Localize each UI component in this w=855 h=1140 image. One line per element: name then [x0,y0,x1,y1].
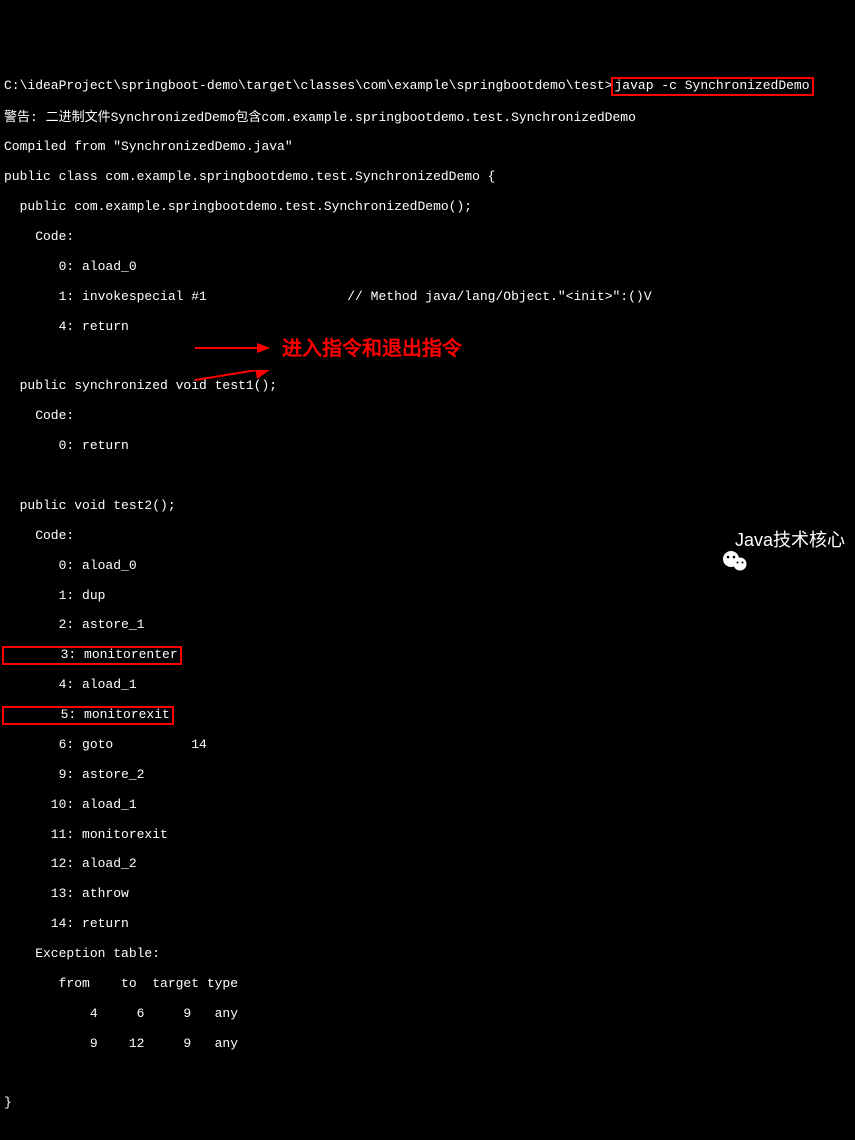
wechat-icon [701,528,729,552]
bytecode-line: 4: aload_1 [4,678,851,693]
javap-command: javap -c SynchronizedDemo [611,77,814,96]
monitorexit-highlight: 5: monitorexit [2,706,174,725]
bytecode-line: 0: aload_0 [4,260,851,275]
watermark-text: Java技术核心 [735,530,845,551]
bytecode-line: 9: astore_2 [4,768,851,783]
bytecode-line: 1: dup [4,589,851,604]
prompt-path: C:\ideaProject\springboot-demo\target\cl… [4,78,613,93]
code-label: Code: [4,230,851,245]
watermark: Java技术核心 [701,528,845,552]
bytecode-line: 0: return [4,439,851,454]
bytecode-line: 13: athrow [4,887,851,902]
bytecode-line: 4: return [4,320,851,335]
bytecode-line: 12: aload_2 [4,857,851,872]
test2-sig: public void test2(); [4,499,851,514]
arrow-icon [195,370,275,400]
terminal-output: C:\ideaProject\springboot-demo\target\cl… [0,60,855,1129]
exception-row: 4 6 9 any [4,1007,851,1022]
compiled-from: Compiled from "SynchronizedDemo.java" [4,140,851,155]
monitorexit-line: 5: monitorexit [4,708,851,723]
blank-line [4,469,851,484]
class-declaration: public class com.example.springbootdemo.… [4,170,851,185]
close-brace: } [4,1096,851,1111]
bytecode-line: 2: astore_1 [4,618,851,633]
blank-line [4,1067,851,1082]
monitorenter-highlight: 3: monitorenter [2,646,182,665]
annotation-text: 进入指令和退出指令 [282,338,462,361]
arrow-icon [195,338,275,358]
exception-header: from to target type [4,977,851,992]
bytecode-line: 11: monitorexit [4,828,851,843]
bytecode-line: 1: invokespecial #1 // Method java/lang/… [4,290,851,305]
exception-table-label: Exception table: [4,947,851,962]
warning-line: 警告: 二进制文件SynchronizedDemo包含com.example.s… [4,111,851,126]
constructor-sig: public com.example.springbootdemo.test.S… [4,200,851,215]
bytecode-line: 6: goto 14 [4,738,851,753]
test1-sig: public synchronized void test1(); [4,379,851,394]
command-line[interactable]: C:\ideaProject\springboot-demo\target\cl… [4,77,851,96]
code-label: Code: [4,409,851,424]
exception-row: 9 12 9 any [4,1037,851,1052]
monitorenter-line: 3: monitorenter [4,648,851,663]
bytecode-line: 10: aload_1 [4,798,851,813]
bytecode-line: 14: return [4,917,851,932]
